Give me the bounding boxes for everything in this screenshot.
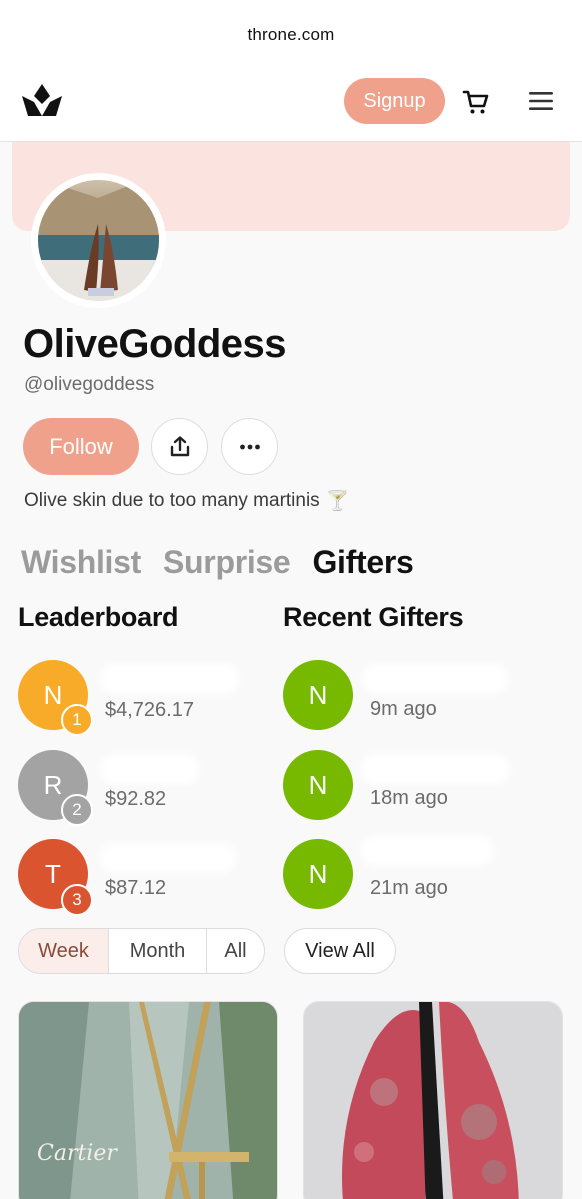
recent-gifters-title: Recent Gifters — [283, 602, 464, 632]
profile-bio: Olive skin due to too many martinis 🍸 — [24, 489, 349, 513]
leaderboard-title: Leaderboard — [18, 602, 179, 632]
wishlist-card-heels[interactable] — [303, 1001, 563, 1199]
avatar-photo — [38, 180, 159, 301]
leaderboard-amount-3: $87.12 — [105, 877, 167, 899]
leaderboard-amount-2: $92.82 — [105, 788, 167, 810]
share-icon — [170, 435, 189, 456]
leaderboard-period-toggle: Week Month All — [18, 928, 265, 974]
red-sole-heels-photo — [304, 1002, 562, 1199]
view-all-button[interactable]: View All — [284, 928, 396, 974]
recent-gifter-name-redacted-2 — [360, 754, 510, 784]
cartier-storefront-photo: Cartier — [19, 1002, 277, 1199]
recent-gifter-time-1: 9m ago — [370, 698, 437, 720]
leaderboard-name-redacted-3 — [100, 843, 236, 873]
cart-icon[interactable] — [462, 88, 490, 116]
tab-surprise[interactable]: Surprise — [163, 544, 291, 581]
recent-gifter-name-redacted-3 — [360, 836, 494, 866]
tab-wishlist[interactable]: Wishlist — [21, 544, 141, 581]
rank-badge-3: 3 — [61, 884, 93, 916]
recent-gifter-avatar-1[interactable]: N — [283, 660, 353, 730]
recent-gifter-time-2: 18m ago — [370, 787, 448, 809]
recent-gifter-avatar-2[interactable]: N — [283, 750, 353, 820]
ellipsis-icon — [239, 444, 260, 449]
share-button[interactable] — [151, 418, 208, 475]
rank-badge-2: 2 — [61, 794, 93, 826]
profile-handle: @olivegoddess — [24, 374, 155, 395]
recent-gifter-name-redacted-1 — [362, 664, 508, 694]
bio-text: Olive skin due to too many martinis — [24, 490, 320, 511]
cartier-sign-text: Cartier — [37, 1141, 118, 1166]
leaderboard-amount-1: $4,726.17 — [105, 699, 194, 721]
recent-gifter-avatar-3[interactable]: N — [283, 839, 353, 909]
period-month-button[interactable]: Month — [109, 929, 207, 973]
follow-button[interactable]: Follow — [23, 418, 139, 475]
signup-button[interactable]: Signup — [344, 78, 445, 124]
recent-gifter-time-3: 21m ago — [370, 877, 448, 899]
rank-badge-1: 1 — [61, 704, 93, 736]
hamburger-menu-icon[interactable] — [528, 90, 554, 112]
tab-gifters[interactable]: Gifters — [312, 544, 413, 581]
url-text: throne.com — [247, 25, 335, 44]
more-options-button[interactable] — [221, 418, 278, 475]
top-nav: Signup — [0, 66, 582, 142]
profile-name: OliveGoddess — [23, 322, 286, 366]
period-all-button[interactable]: All — [207, 929, 264, 973]
period-week-button[interactable]: Week — [19, 929, 109, 973]
profile-tabs: Wishlist Surprise Gifters — [21, 544, 414, 581]
throne-crown-logo-icon[interactable] — [20, 82, 64, 120]
martini-emoji-icon: 🍸 — [325, 491, 350, 512]
leaderboard-name-redacted-1 — [100, 664, 240, 694]
wishlist-card-cartier[interactable]: Cartier — [18, 1001, 278, 1199]
leaderboard-name-redacted-2 — [100, 754, 200, 784]
profile-avatar — [31, 173, 166, 308]
browser-url-bar[interactable]: throne.com — [0, 0, 582, 66]
